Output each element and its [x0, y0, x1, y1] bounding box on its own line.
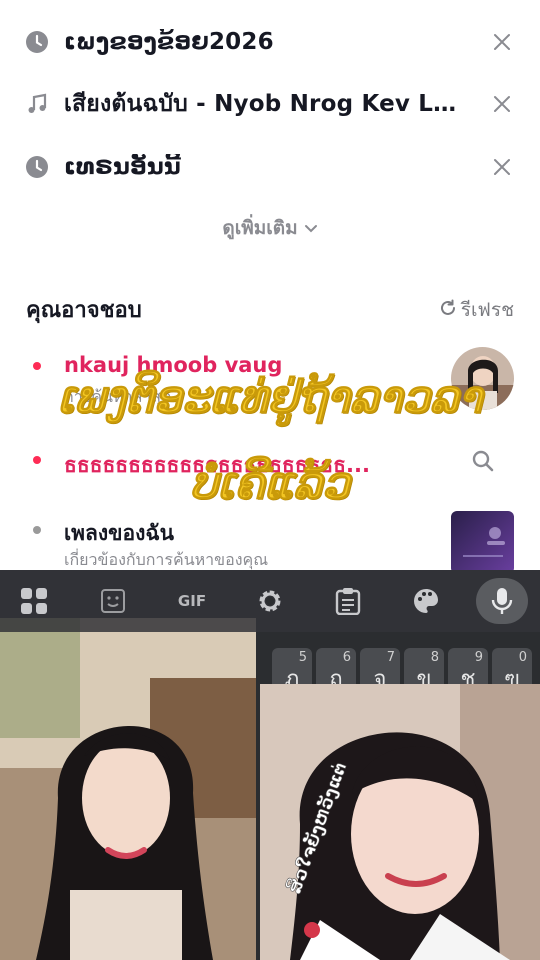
gif-icon[interactable]: GIF: [176, 585, 208, 617]
see-more-button[interactable]: ดูเพิ่มเติม: [0, 210, 540, 246]
close-icon[interactable]: [490, 92, 514, 116]
see-more-label: ดูเพิ่มเติม: [222, 217, 298, 239]
suggestion-thumbnail: [451, 511, 514, 574]
key-number: 9: [474, 650, 483, 665]
suggestion-title: nkauj hmoob vaug: [64, 353, 283, 377]
apps-grid-icon[interactable]: [18, 585, 50, 617]
refresh-icon: [439, 299, 457, 322]
key-number: 6: [342, 650, 351, 665]
suggestion-item[interactable]: ธธธธธธธธธธธธธธธธธธธธธธ...: [0, 445, 540, 481]
history-item-label: ເທຣນອັນນີ້: [64, 154, 181, 180]
clock-icon: [25, 155, 49, 179]
key-number: 8: [430, 650, 439, 665]
suggestion-item[interactable]: nkauj hmoob vaug การค้นหาล่าสุด: [0, 345, 540, 410]
section-title: คุณอาจชอบ: [26, 298, 142, 323]
suggestion-title: เพลงของฉัน: [64, 521, 175, 545]
sticker-icon[interactable]: [97, 585, 129, 617]
suggestion-thumbnail: [451, 347, 514, 410]
keyboard-toolbar: GIF: [0, 570, 540, 632]
gear-icon[interactable]: [254, 585, 286, 617]
video-area: GIF 5ภ 6ถ 7จ 8ข 9ช 0ฃ ສິວໃຈຍັງຫວັງແຕ່: [0, 570, 540, 960]
history-item[interactable]: ເທຣນອັນນີ້: [0, 136, 540, 198]
microphone-icon[interactable]: [476, 578, 528, 624]
search-icon: [472, 450, 494, 476]
music-note-icon: [25, 92, 49, 116]
bullet-dot: [33, 362, 41, 370]
video-frame-left: [0, 618, 256, 960]
suggestion-subtitle: การค้นหาล่าสุด: [64, 387, 172, 406]
key-number: 7: [386, 650, 395, 665]
refresh-button[interactable]: รีเฟรช: [439, 295, 514, 325]
key-number: 5: [298, 650, 307, 665]
history-item[interactable]: เสียงต้นฉบับ - Nyob Nrog Kev Lwj...: [0, 73, 540, 135]
clipboard-icon[interactable]: [332, 585, 364, 617]
clock-icon: [25, 30, 49, 54]
history-item[interactable]: ເພງຂອງຂ້ອຍ2026: [0, 11, 540, 73]
chevron-down-icon: [304, 217, 318, 239]
refresh-label: รีเฟรช: [460, 299, 514, 321]
close-icon[interactable]: [490, 155, 514, 179]
bullet-dot: [33, 526, 41, 534]
suggestion-item[interactable]: เพลงของฉัน เกี่ยวข้องกับการค้นหาของคุณ: [0, 510, 540, 574]
close-icon[interactable]: [490, 30, 514, 54]
suggestion-title: ธธธธธธธธธธธธธธธธธธธธธธ...: [64, 453, 370, 477]
palette-icon[interactable]: [410, 585, 442, 617]
video-frame-right: [260, 684, 540, 960]
history-item-label: ເພງຂອງຂ້ອຍ2026: [64, 29, 274, 55]
bullet-dot: [33, 456, 41, 464]
history-item-label: เสียงต้นฉบับ - Nyob Nrog Kev Lwj...: [64, 91, 470, 117]
key-number: 0: [518, 650, 527, 665]
